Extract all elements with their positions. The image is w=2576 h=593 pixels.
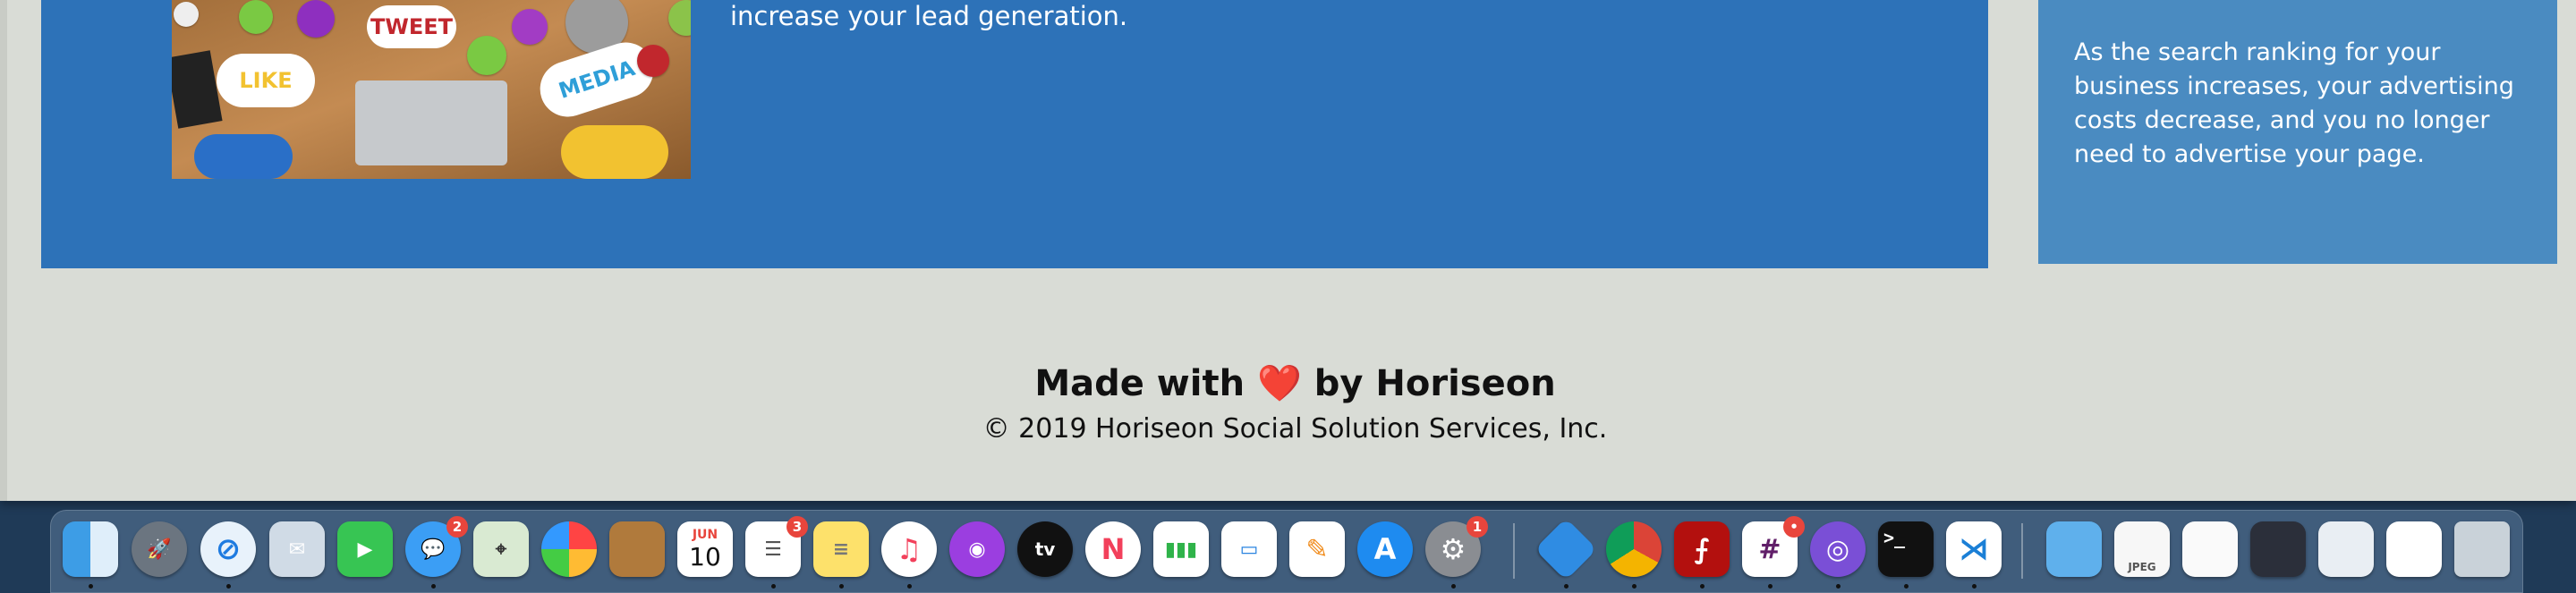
maps-icon[interactable]: ⌖ xyxy=(473,521,529,577)
footer: Made with ❤️ by Horiseon © 2019 Horiseon… xyxy=(7,356,2576,447)
messages-icon[interactable]: 💬 2 xyxy=(405,516,468,577)
keynote-icon[interactable]: ▭ xyxy=(1221,521,1277,577)
github-desktop-icon[interactable]: ◎ xyxy=(1810,521,1866,577)
running-indicator xyxy=(1564,584,1569,589)
finder-icon[interactable] xyxy=(63,521,118,577)
running-indicator xyxy=(771,584,776,589)
photos-icon[interactable] xyxy=(541,521,597,577)
podcasts-icon[interactable]: ◉ xyxy=(949,521,1005,577)
reminders-icon[interactable]: ☰ 3 xyxy=(745,516,808,577)
running-indicator xyxy=(1700,584,1705,589)
slack-badge: • xyxy=(1783,516,1805,538)
footer-title: Made with ❤️ by Horiseon xyxy=(7,356,2576,411)
like-bubble: LIKE xyxy=(217,54,315,107)
launchpad-icon[interactable]: 🚀 xyxy=(132,521,187,577)
person-shape xyxy=(561,125,668,179)
facetime-icon[interactable]: ▶ xyxy=(337,521,393,577)
trash-icon[interactable] xyxy=(2454,521,2510,577)
apple-tv-label: tv xyxy=(1034,538,1056,560)
notes-icon[interactable]: ≡ xyxy=(813,521,869,577)
running-indicator xyxy=(1632,584,1637,589)
refresh-icon xyxy=(467,36,506,75)
mail-icon[interactable]: ✉ xyxy=(269,521,325,577)
running-indicator xyxy=(1904,584,1909,589)
running-indicator xyxy=(907,584,912,589)
calendar-day: 10 xyxy=(689,541,721,572)
running-indicator xyxy=(89,584,93,589)
news-icon[interactable]: N xyxy=(1085,521,1141,577)
cost-management-text: As the search ranking for your business … xyxy=(2074,38,2514,168)
settings-badge: 1 xyxy=(1467,516,1488,538)
person-shape xyxy=(194,134,293,179)
music-icon xyxy=(512,9,548,45)
running-indicator xyxy=(839,584,844,589)
running-indicator xyxy=(1451,584,1456,589)
acrobat-icon[interactable]: ⨍ xyxy=(1674,521,1730,577)
lock-icon xyxy=(637,45,669,77)
terminal-icon[interactable]: >_ xyxy=(1878,521,1934,577)
list-icon xyxy=(297,0,335,38)
footer-made-with: Made with xyxy=(1034,363,1245,404)
cost-management-section: As the search ranking for your business … xyxy=(2038,0,2557,264)
screenshot-thumbnail-icon[interactable] xyxy=(2386,521,2442,577)
screenshot-thumbnail-icon[interactable] xyxy=(2250,521,2306,577)
system-preferences-icon[interactable]: ⚙ 1 xyxy=(1425,516,1488,577)
reminders-badge: 3 xyxy=(786,516,808,538)
messages-badge: 2 xyxy=(446,516,468,538)
dock: 🚀 ⊘ ✉ ▶ 💬 2 ⌖ JUN 10 ☰ 3 ≡ ♫ ◉ tv N ▮▮▮ ▭ … xyxy=(50,510,2523,593)
running-indicator xyxy=(1768,584,1773,589)
running-indicator xyxy=(431,584,436,589)
heart-icon: ❤️ xyxy=(1257,363,1302,404)
bluetooth-icon[interactable] xyxy=(1534,517,1598,581)
apple-tv-icon[interactable]: tv xyxy=(1017,521,1073,577)
running-indicator xyxy=(226,584,231,589)
pages-icon[interactable]: ✎ xyxy=(1289,521,1345,577)
calendar-icon[interactable]: JUN 10 xyxy=(677,521,733,577)
footer-copyright: © 2019 Horiseon Social Solution Services… xyxy=(982,413,1608,445)
calendar-month: JUN xyxy=(692,527,718,542)
wifi-icon xyxy=(239,0,273,34)
music-icon[interactable]: ♫ xyxy=(881,521,937,577)
numbers-icon[interactable]: ▮▮▮ xyxy=(1153,521,1209,577)
jpeg-file-icon[interactable]: JPEG xyxy=(2114,521,2170,577)
share-icon xyxy=(668,0,691,36)
footer-by: by Horiseon xyxy=(1314,363,1556,404)
vscode-icon[interactable]: ⋊ xyxy=(1946,521,2002,577)
safari-icon[interactable]: ⊘ xyxy=(200,521,256,577)
jpeg-label: JPEG xyxy=(2128,561,2156,573)
laptop-shape xyxy=(355,80,507,165)
slack-icon[interactable]: # • xyxy=(1742,516,1805,577)
contacts-icon[interactable] xyxy=(609,521,665,577)
screenshot-thumbnail-icon[interactable] xyxy=(2318,521,2374,577)
social-media-image: TWEET LIKE MEDIA xyxy=(172,0,691,179)
dock-separator xyxy=(2021,523,2023,579)
running-indicator xyxy=(1972,584,1977,589)
browser-page: TWEET LIKE MEDIA increase your lead gene… xyxy=(0,0,2576,501)
chrome-icon[interactable] xyxy=(1606,521,1662,577)
running-indicator xyxy=(1836,584,1841,589)
lead-text: increase your lead generation. xyxy=(730,1,1128,31)
lead-generation-section: TWEET LIKE MEDIA increase your lead gene… xyxy=(41,0,1988,268)
tablet-shape xyxy=(172,50,223,129)
app-store-icon[interactable]: A xyxy=(1357,521,1413,577)
document-thumbnail-icon[interactable] xyxy=(2182,521,2238,577)
clock-icon xyxy=(174,2,199,27)
dock-separator xyxy=(1513,523,1515,579)
folder-icon[interactable] xyxy=(2046,521,2102,577)
tweet-bubble: TWEET xyxy=(367,5,456,48)
